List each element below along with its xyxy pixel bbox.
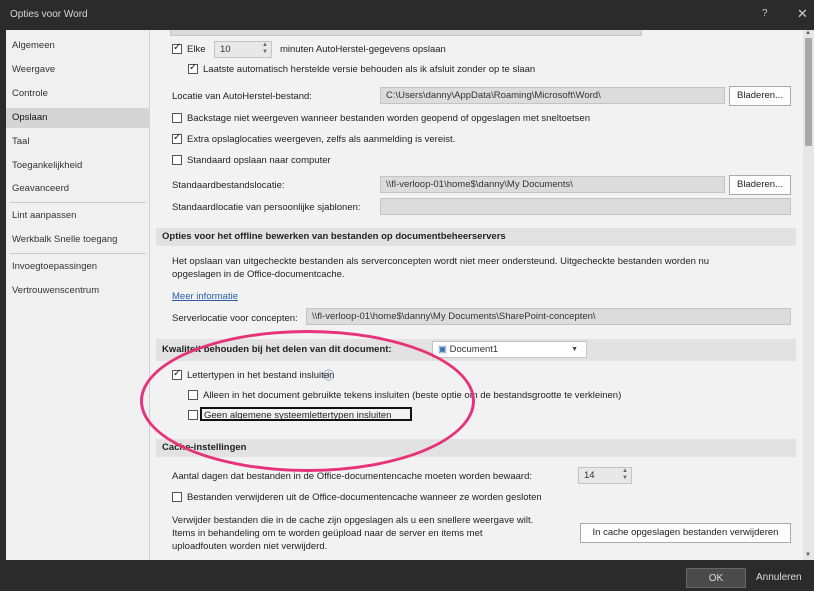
- partial-field: [170, 30, 642, 36]
- title-bar: Opties voor Word ? ✕: [0, 0, 814, 30]
- cache-desc-line2: Items in behandeling om te worden geüplo…: [172, 528, 483, 539]
- offline-desc-line2: opgeslagen in de Office-documentcache.: [172, 269, 345, 280]
- templates-location-label: Standaardlocatie van persoonlijke sjablo…: [172, 202, 361, 213]
- extra-locations-checkbox[interactable]: [172, 132, 182, 144]
- sidebar-item-werkbalk[interactable]: Werkbalk Snelle toegang: [6, 230, 150, 250]
- scrollbar[interactable]: ▲ ▼: [803, 30, 814, 570]
- offline-section-header: Opties voor het offline bewerken van bes…: [156, 228, 796, 246]
- sidebar-item-lint[interactable]: Lint aanpassen: [6, 206, 150, 226]
- delete-cached-files-button[interactable]: In cache opgeslagen bestanden verwijdere…: [580, 523, 791, 543]
- sidebar-item-taal[interactable]: Taal: [6, 132, 150, 152]
- highlight-ellipse: [140, 330, 475, 472]
- autorecover-location-input[interactable]: C:\Users\danny\AppData\Roaming\Microsoft…: [380, 87, 725, 104]
- help-icon[interactable]: ?: [762, 8, 768, 19]
- close-icon[interactable]: ✕: [797, 6, 808, 22]
- minutes-spinner[interactable]: ▲ ▼: [260, 42, 270, 58]
- sidebar-item-controle[interactable]: Controle: [6, 84, 150, 104]
- sidebar-item-toegankelijkheid[interactable]: Toegankelijkheid: [6, 156, 150, 176]
- keep-last-checkbox[interactable]: [188, 62, 198, 74]
- ok-button[interactable]: OK: [686, 568, 746, 588]
- autorecover-minutes-value: 10: [220, 44, 231, 55]
- options-content: Elke 10 ▲▼ minuten AutoHerstel-gegevens …: [150, 30, 803, 560]
- sidebar-item-algemeen[interactable]: Algemeen: [6, 36, 150, 56]
- scroll-down-icon[interactable]: ▼: [805, 552, 811, 558]
- offline-desc-line1: Het opslaan van uitgecheckte bestanden a…: [172, 256, 710, 267]
- sidebar-item-opslaan[interactable]: Opslaan: [6, 108, 150, 128]
- sidebar-divider: [10, 202, 146, 203]
- cancel-button[interactable]: Annuleren: [756, 568, 814, 588]
- days-spinner[interactable]: ▲ ▼: [620, 468, 630, 484]
- default-location-label: Standaardbestandslocatie:: [172, 180, 285, 191]
- cache-days-value: 14: [584, 470, 595, 481]
- autorecover-location-value: C:\Users\danny\AppData\Roaming\Microsoft…: [386, 90, 601, 101]
- cache-desc-line1: Verwijder bestanden die in de cache zijn…: [172, 515, 534, 526]
- delete-on-close-label: Bestanden verwijderen uit de Office-docu…: [187, 492, 542, 503]
- browse-default-button[interactable]: Bladeren...: [729, 175, 791, 195]
- scrollbar-thumb[interactable]: [805, 38, 812, 146]
- document-select[interactable]: ▣ Document1 ▼: [432, 341, 587, 358]
- default-location-input[interactable]: \\fl-verloop-01\home$\danny\My Documents…: [380, 176, 725, 193]
- keep-last-label: Laatste automatisch herstelde versie beh…: [203, 64, 536, 75]
- scroll-up-icon[interactable]: ▲: [805, 30, 811, 36]
- sidebar-divider: [10, 253, 146, 254]
- sidebar-item-weergave[interactable]: Weergave: [6, 60, 150, 80]
- autorecover-checkbox[interactable]: [172, 42, 182, 54]
- backstage-label: Backstage niet weergeven wanneer bestand…: [187, 113, 590, 124]
- autorecover-suffix: minuten AutoHerstel-gegevens opslaan: [280, 44, 446, 55]
- sidebar: Algemeen Weergave Controle Opslaan Taal …: [6, 30, 150, 560]
- server-location-input[interactable]: \\fl-verloop-01\home$\danny\My Documents…: [306, 308, 791, 325]
- default-location-value: \\fl-verloop-01\home$\danny\My Documents…: [386, 179, 573, 190]
- sidebar-item-vertrouwenscentrum[interactable]: Vertrouwenscentrum: [6, 281, 150, 301]
- browse-autorecover-button[interactable]: Bladeren...: [729, 86, 791, 106]
- window-title: Opties voor Word: [10, 9, 88, 20]
- templates-location-input[interactable]: [380, 198, 791, 215]
- cache-desc-line3: uploadfouten worden niet verwijderd.: [172, 541, 328, 552]
- delete-on-close-checkbox[interactable]: [172, 492, 182, 502]
- autorecover-location-label: Locatie van AutoHerstel-bestand:: [172, 91, 312, 102]
- extra-locations-label: Extra opslaglocaties weergeven, zelfs al…: [187, 134, 456, 145]
- server-location-label: Serverlocatie voor concepten:: [172, 313, 298, 324]
- document-select-value: Document1: [449, 344, 499, 355]
- backstage-checkbox[interactable]: [172, 113, 182, 123]
- default-computer-label: Standaard opslaan naar computer: [187, 155, 331, 166]
- default-computer-checkbox[interactable]: [172, 155, 182, 165]
- sidebar-item-invoegtoepassingen[interactable]: Invoegtoepassingen: [6, 257, 150, 277]
- more-info-link[interactable]: Meer informatie: [172, 291, 238, 302]
- document-icon: ▣: [438, 344, 447, 355]
- cache-days-label: Aantal dagen dat bestanden in de Office-…: [172, 471, 533, 482]
- chevron-down-icon: ▼: [571, 346, 578, 353]
- sidebar-item-geavanceerd[interactable]: Geavanceerd: [6, 179, 150, 199]
- server-location-value: \\fl-verloop-01\home$\danny\My Documents…: [312, 311, 596, 322]
- autorecover-label: Elke: [187, 44, 206, 55]
